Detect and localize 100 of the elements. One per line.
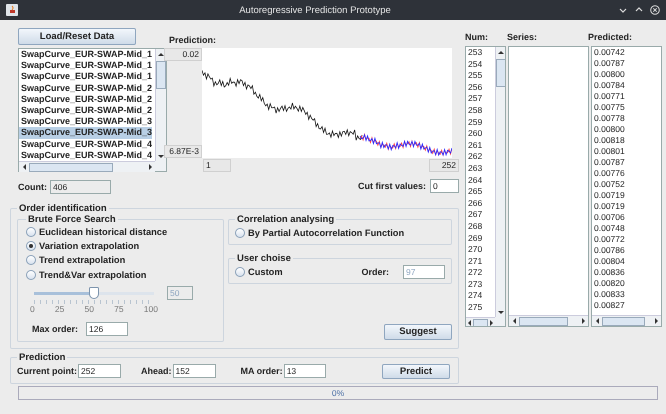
cut-first-field[interactable]: 0 — [430, 179, 459, 193]
table-cell-text: 0.00827 — [593, 300, 626, 311]
table-cell-text: 260 — [467, 128, 484, 140]
table-cell-text: 0.00771 — [593, 91, 626, 102]
list-item[interactable]: SwapCurve_EUR-SWAP-Mid_1 — [19, 71, 152, 83]
table-cell-text: 0.00719 — [593, 201, 626, 212]
list-item[interactable]: SwapCurve_EUR-SWAP-Mid_3 — [19, 116, 152, 128]
table-cell-text: 268 — [467, 220, 484, 232]
table-cell-text: 255 — [467, 70, 484, 82]
ahead-field[interactable]: 152 — [172, 364, 216, 378]
current-point-label: Current point: — [17, 366, 77, 376]
table-cell-text: 0.00772 — [593, 234, 626, 245]
slider-thumb[interactable] — [89, 286, 99, 299]
table-cell-text: 0.00787 — [593, 157, 626, 168]
table-cell-text: 270 — [467, 244, 484, 256]
table-cell-text: 0.00706 — [593, 212, 626, 223]
scrollbar[interactable] — [155, 49, 166, 161]
window-title: Autoregressive Prediction Prototype — [238, 4, 392, 16]
table-cell-text: 0.00787 — [593, 58, 626, 69]
radio-button[interactable]: By Partial Autocorrelation Function — [235, 226, 445, 240]
table-cell-text: 256 — [467, 82, 484, 94]
predict-button[interactable]: Predict — [382, 364, 450, 379]
table-cell-text: 0.00820 — [593, 278, 626, 289]
table-cell-text: 266 — [467, 198, 484, 210]
cut-first-label: Cut first values: — [358, 181, 426, 191]
list-item[interactable]: SwapCurve_EUR-SWAP-Mid_4 — [19, 150, 152, 161]
close-icon[interactable] — [650, 5, 660, 15]
order-label: Order: — [361, 267, 389, 278]
table-cell-text: 0.00786 — [593, 245, 626, 256]
ma-order-field[interactable]: 13 — [284, 364, 326, 378]
progress-text: 0% — [332, 388, 344, 398]
app-icon — [6, 4, 18, 16]
table-cell-text: 0.00742 — [593, 47, 626, 58]
chart-title: Prediction: — [169, 35, 218, 45]
suggest-button[interactable]: Suggest — [384, 324, 452, 340]
radio-indicator[interactable] — [26, 255, 36, 266]
radio-button[interactable]: Trend extrapolation — [26, 253, 215, 268]
x-min-label: 1 — [203, 159, 231, 172]
ma-order-label: MA order: — [240, 366, 283, 376]
list-item[interactable]: SwapCurve_EUR-SWAP-Mid_2 — [19, 104, 152, 116]
radio-indicator[interactable] — [26, 241, 36, 252]
table-cell-text: 273 — [467, 278, 484, 290]
max-order-field[interactable]: 126 — [86, 322, 128, 336]
table-cell-text: 257 — [467, 93, 484, 105]
radio-indicator[interactable] — [26, 227, 36, 238]
scrollbar[interactable] — [495, 47, 505, 317]
current-point-field[interactable]: 252 — [78, 364, 121, 378]
table-cell-text: 0.00775 — [593, 102, 626, 113]
table-cell-text: 253 — [467, 47, 484, 59]
table-cell-text: 0.00833 — [593, 289, 626, 300]
scrollbar[interactable] — [19, 161, 155, 172]
radio-indicator[interactable] — [235, 228, 245, 238]
radio-button[interactable]: Euclidean historical distance — [26, 224, 215, 240]
table-cell-text: 272 — [467, 267, 484, 279]
radio-button[interactable]: Trend&Var extrapolation — [26, 268, 215, 282]
tick-label: 0 — [30, 304, 35, 314]
scrollbar[interactable] — [509, 315, 588, 326]
table-cell-text: 262 — [467, 151, 484, 163]
scrollbar[interactable] — [592, 315, 661, 326]
table-cell-text: 0.00800 — [593, 69, 626, 80]
table-cell-text: 0.00784 — [593, 80, 626, 91]
tick-label: 75 — [114, 304, 124, 314]
table-cell-text: 263 — [467, 162, 484, 175]
radio-button[interactable]: Variation extrapolation — [26, 239, 215, 254]
list-item[interactable]: SwapCurve_EUR-SWAP-Mid_2 — [19, 82, 152, 94]
list-item[interactable]: SwapCurve_EUR-SWAP-Mid_4 — [19, 138, 152, 150]
table-cell-text: 0.00801 — [593, 146, 626, 157]
radio-indicator[interactable] — [235, 267, 245, 278]
table-cell-text: 275 — [467, 302, 484, 314]
table-cell-text: 0.00836 — [593, 267, 626, 278]
table-cell-text: 0.00776 — [593, 168, 626, 179]
table-cell-text: 0.00778 — [593, 113, 626, 124]
group-title: Correlation analysing — [236, 214, 336, 225]
group-title: Order identification — [18, 202, 108, 214]
table-cell-text: 269 — [467, 232, 484, 244]
table-cell-text: 271 — [467, 256, 484, 268]
radio-button[interactable]: Custom — [235, 265, 283, 280]
table-cell-text: 265 — [467, 186, 484, 198]
table-cell-text: 267 — [467, 209, 484, 221]
radio-indicator[interactable] — [26, 270, 36, 280]
list-item[interactable]: SwapCurve_EUR-SWAP-Mid_1 — [19, 49, 152, 60]
table-cell-text: 261 — [467, 140, 484, 152]
ahead-label: Ahead: — [141, 366, 172, 376]
column-header: Num: — [465, 32, 489, 44]
table-cell-text: 0.00800 — [593, 124, 626, 135]
y-min-label: 6.87E-3 — [164, 145, 202, 158]
table-cell-text: 0.00719 — [593, 190, 626, 201]
group-title: User choise — [236, 253, 292, 264]
tick-label: 25 — [54, 304, 64, 314]
list-item[interactable]: SwapCurve_EUR-SWAP-Mid_2 — [19, 94, 152, 105]
load-reset-button[interactable]: Load/Reset Data — [18, 28, 136, 45]
table-cell-text: 0.00804 — [593, 256, 626, 267]
group-title: Brute Force Search — [27, 214, 117, 225]
scrollbar[interactable] — [466, 317, 495, 326]
tick-label: 100 — [144, 304, 158, 314]
list-item[interactable]: SwapCurve_EUR-SWAP-Mid_1 — [19, 60, 152, 72]
max-order-label: Max order: — [32, 324, 78, 334]
column-header: Series: — [507, 32, 538, 44]
list-item[interactable]: SwapCurve_EUR-SWAP-Mid_3 — [19, 127, 152, 138]
group-title: Prediction — [18, 352, 66, 362]
